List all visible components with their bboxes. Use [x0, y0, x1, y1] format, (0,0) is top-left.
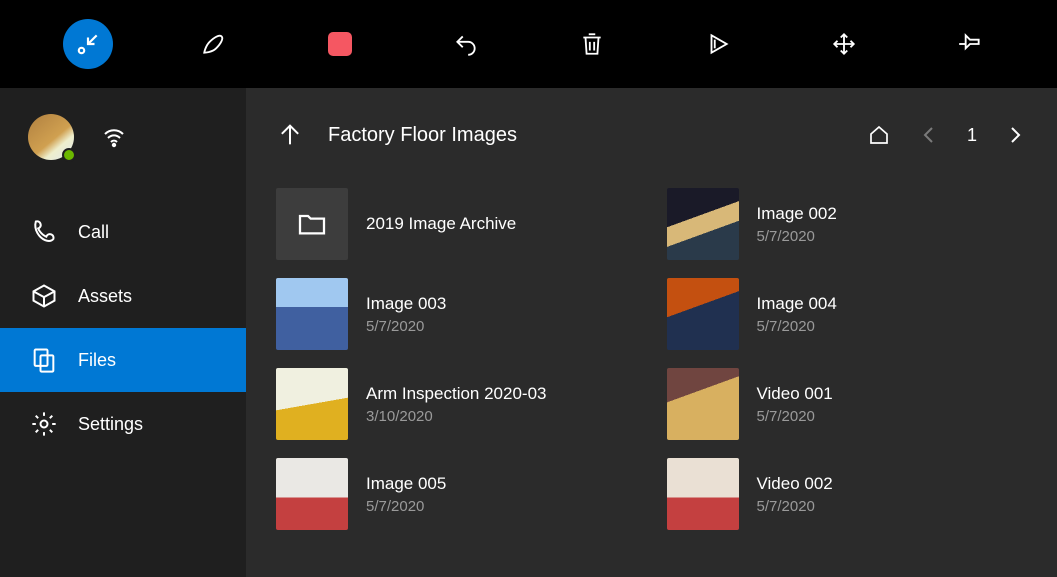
- files-icon: [30, 346, 58, 374]
- move-button[interactable]: [819, 19, 869, 69]
- file-date: 5/7/2020: [757, 408, 833, 425]
- file-name: Image 003: [366, 294, 446, 314]
- file-name: Image 002: [757, 204, 837, 224]
- sidebar-item-label: Settings: [78, 414, 143, 435]
- sidebar-item-files[interactable]: Files: [0, 328, 246, 392]
- file-thumb: [667, 458, 739, 530]
- sidebar-item-call[interactable]: Call: [0, 200, 246, 264]
- file-item[interactable]: Image 004 5/7/2020: [667, 278, 1028, 350]
- page-number: 1: [967, 125, 977, 146]
- avatar[interactable]: [28, 114, 74, 160]
- sidebar: Call Assets Files Settings: [0, 88, 246, 577]
- folder-icon: [296, 208, 328, 240]
- top-toolbar: [0, 0, 1057, 88]
- ink-icon: [201, 31, 227, 57]
- presence-available: [62, 148, 76, 162]
- stop-button[interactable]: [315, 19, 365, 69]
- move-icon: [831, 31, 857, 57]
- file-thumb: [667, 278, 739, 350]
- file-thumb: [667, 368, 739, 440]
- prev-page-button: [917, 123, 941, 147]
- file-item[interactable]: Image 002 5/7/2020: [667, 188, 1028, 260]
- box-icon: [30, 282, 58, 310]
- file-thumb: [667, 188, 739, 260]
- sidebar-item-label: Call: [78, 222, 109, 243]
- gear-icon: [30, 410, 58, 438]
- pin-icon: [957, 31, 983, 57]
- file-thumb: [276, 278, 348, 350]
- file-name: Video 001: [757, 384, 833, 404]
- play-icon: [705, 31, 731, 57]
- file-item[interactable]: Image 003 5/7/2020: [276, 278, 637, 350]
- next-page-button[interactable]: [1003, 123, 1027, 147]
- file-date: 5/7/2020: [757, 228, 837, 245]
- file-date: 5/7/2020: [366, 498, 446, 515]
- file-item[interactable]: Video 002 5/7/2020: [667, 458, 1028, 530]
- file-item[interactable]: Arm Inspection 2020-03 3/10/2020: [276, 368, 637, 440]
- app-body: Call Assets Files Settings Factory Floor…: [0, 88, 1057, 577]
- file-name: Video 002: [757, 474, 833, 494]
- file-thumb: [276, 368, 348, 440]
- folder-thumb: [276, 188, 348, 260]
- profile-area: [0, 114, 246, 160]
- folder-item[interactable]: 2019 Image Archive: [276, 188, 637, 260]
- home-button[interactable]: [867, 123, 891, 147]
- undo-button[interactable]: [441, 19, 491, 69]
- shrink-button[interactable]: [63, 19, 113, 69]
- ink-button[interactable]: [189, 19, 239, 69]
- shrink-icon: [75, 31, 101, 57]
- play-button[interactable]: [693, 19, 743, 69]
- main-panel: Factory Floor Images 1 2019 Image Archiv…: [246, 88, 1057, 577]
- undo-icon: [453, 31, 479, 57]
- nav: Call Assets Files Settings: [0, 200, 246, 456]
- sidebar-item-settings[interactable]: Settings: [0, 392, 246, 456]
- pin-button[interactable]: [945, 19, 995, 69]
- file-item[interactable]: Image 005 5/7/2020: [276, 458, 637, 530]
- file-grid: 2019 Image Archive Image 002 5/7/2020 Im…: [246, 158, 1057, 550]
- wifi-icon: [102, 125, 126, 149]
- delete-icon: [579, 31, 605, 57]
- file-name: 2019 Image Archive: [366, 214, 516, 234]
- file-item[interactable]: Video 001 5/7/2020: [667, 368, 1028, 440]
- file-thumb: [276, 458, 348, 530]
- file-date: 5/7/2020: [757, 498, 833, 515]
- up-arrow-button[interactable]: [276, 121, 304, 149]
- stop-icon: [328, 32, 352, 56]
- file-date: 5/7/2020: [757, 318, 837, 335]
- file-name: Image 005: [366, 474, 446, 494]
- sidebar-item-label: Assets: [78, 286, 132, 307]
- delete-button[interactable]: [567, 19, 617, 69]
- sidebar-item-assets[interactable]: Assets: [0, 264, 246, 328]
- file-date: 5/7/2020: [366, 318, 446, 335]
- file-date: 3/10/2020: [366, 408, 547, 425]
- file-name: Arm Inspection 2020-03: [366, 384, 547, 404]
- page-title: Factory Floor Images: [328, 124, 517, 147]
- phone-icon: [30, 218, 58, 246]
- header: Factory Floor Images 1: [246, 88, 1057, 158]
- sidebar-item-label: Files: [78, 350, 116, 371]
- file-name: Image 004: [757, 294, 837, 314]
